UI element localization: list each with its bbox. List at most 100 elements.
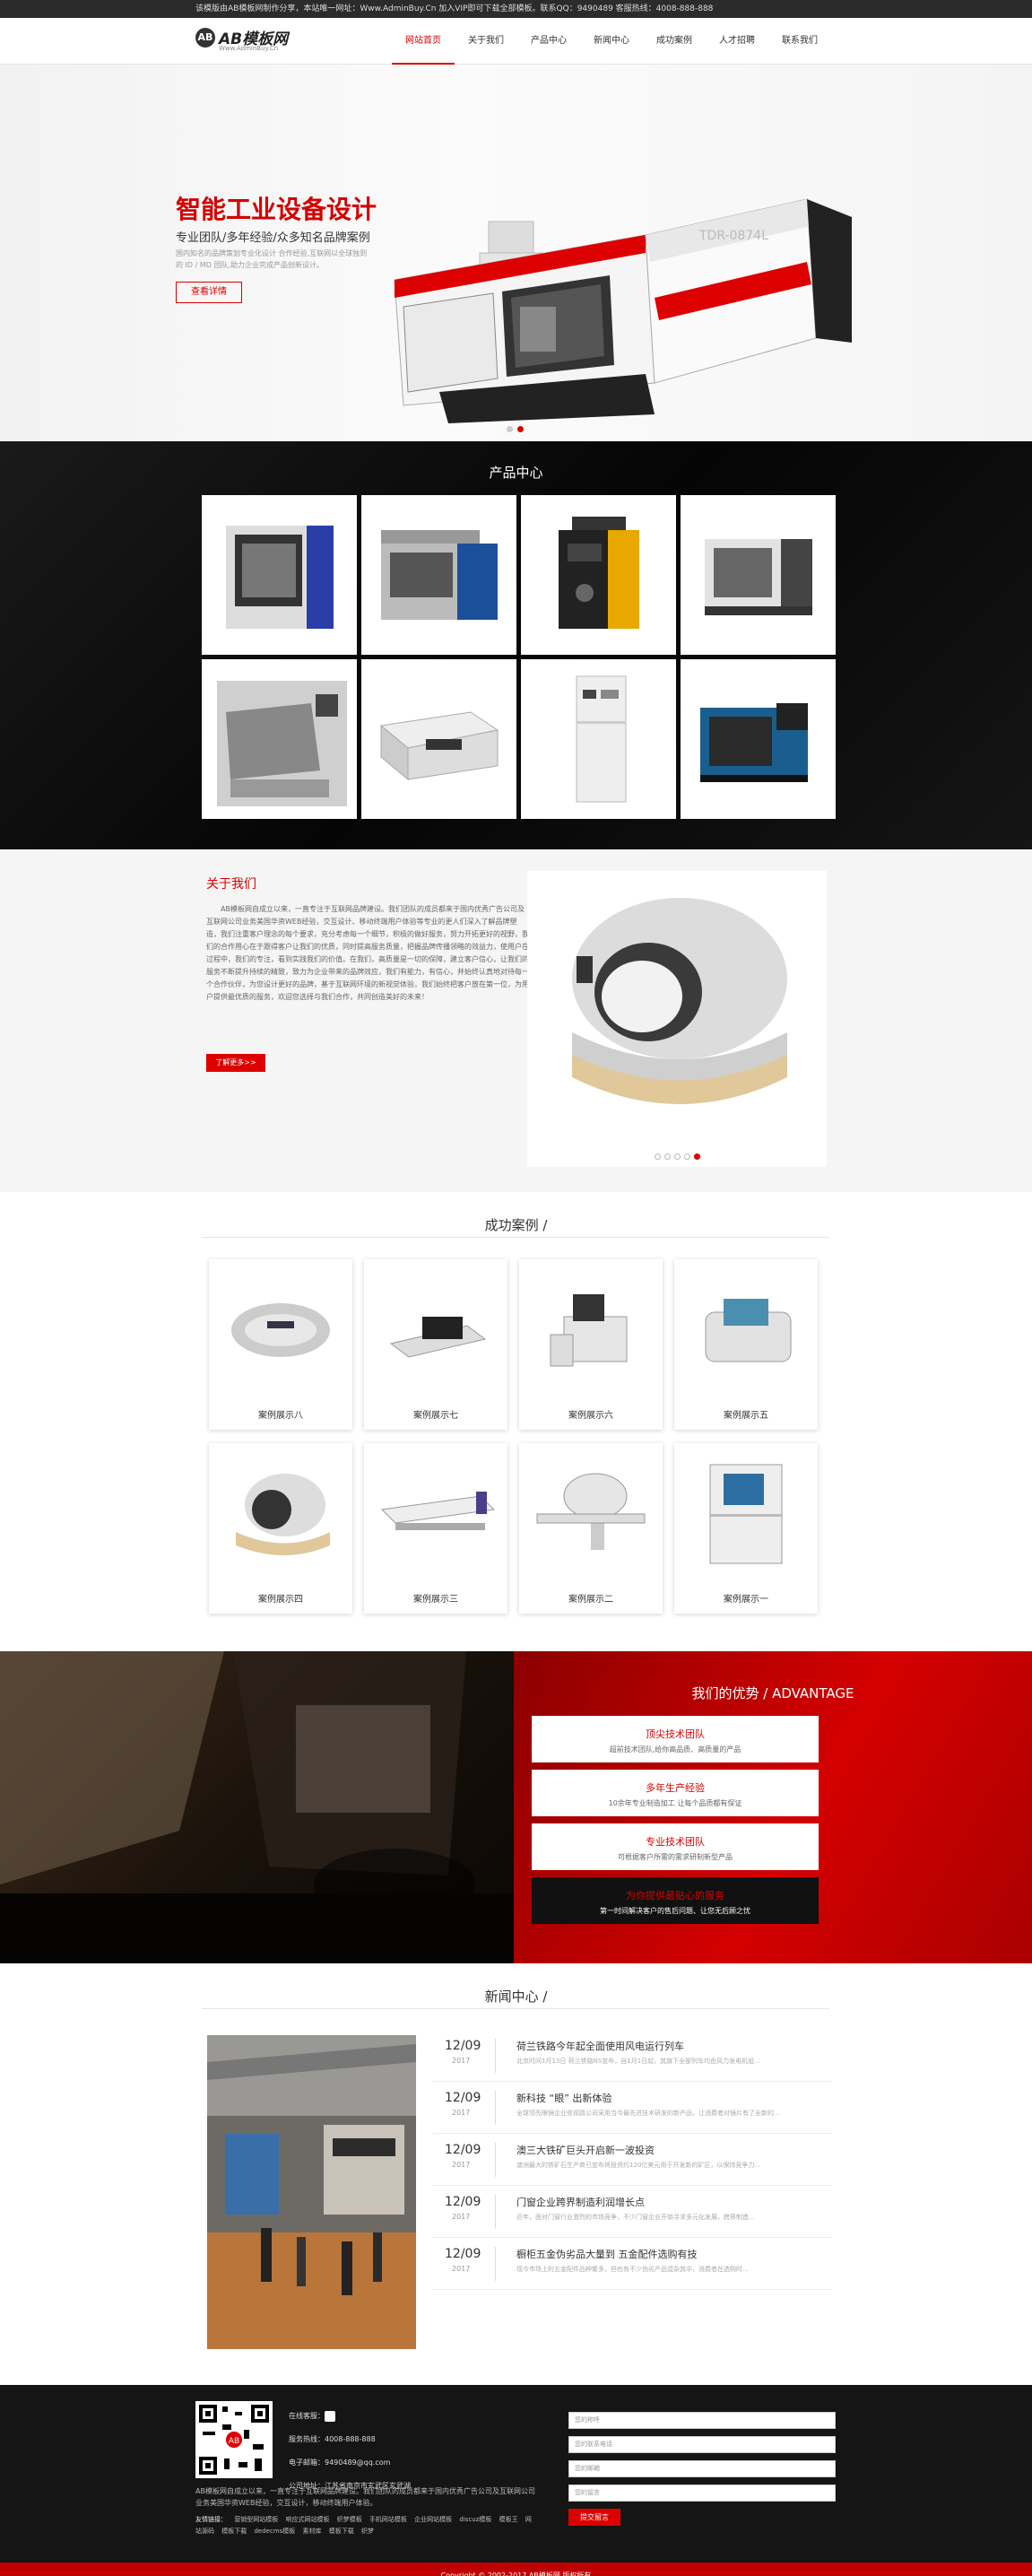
- product-card[interactable]: [521, 659, 676, 819]
- friend-link[interactable]: 企业网站模板: [414, 2516, 452, 2523]
- advantage-item-active[interactable]: 为你提供最贴心的服务 第一时间解决客户的售后问题、让您无后顾之忧: [532, 1877, 819, 1924]
- email-field[interactable]: 您的邮箱: [568, 2460, 836, 2477]
- divider: [495, 2039, 496, 2073]
- friend-link[interactable]: 响应式网站模板: [285, 2516, 329, 2523]
- news-summary: 北京时间1月13日 荷兰铁路NS宣布，自1月1日起，其旗下全部列车均由风力发电机…: [516, 2058, 760, 2065]
- divider: [202, 1237, 829, 1238]
- news-year: 2017: [452, 2213, 471, 2221]
- news-item[interactable]: 12/09 2017 新科技 “眼” 出新体验 全球领先眼镜企业依视路公司采用当…: [432, 2082, 832, 2134]
- product-card[interactable]: [681, 495, 836, 655]
- news-item[interactable]: 12/09 2017 门窗企业跨界制造利润增长点 近年，面对门窗行业激烈的市场竞…: [432, 2186, 832, 2238]
- friend-link[interactable]: 织梦: [361, 2528, 374, 2535]
- product-card[interactable]: [361, 495, 516, 655]
- news-item[interactable]: 12/09 2017 荷兰铁路今年起全面使用风电运行列车 北京时间1月13日 荷…: [432, 2030, 832, 2082]
- slider-dot[interactable]: [655, 1153, 661, 1160]
- product-image: [704, 539, 812, 615]
- slider-dot[interactable]: [664, 1153, 671, 1160]
- nav-products[interactable]: 产品中心: [517, 18, 580, 65]
- news-year: 2017: [452, 2265, 471, 2273]
- case-card[interactable]: 案例展示五: [674, 1259, 818, 1430]
- slider-dot-active[interactable]: [694, 1153, 700, 1160]
- news-item[interactable]: 12/09 2017 澳三大铁矿巨头开启新一波投资 澳洲最大的铁矿石生产商已宣布…: [432, 2134, 832, 2186]
- case-image: [231, 1303, 330, 1357]
- divider: [202, 2008, 829, 2009]
- news-headline[interactable]: 新科技 “眼” 出新体验: [516, 2091, 611, 2105]
- message-form: 您的称呼 您的联系电话 您的邮箱 您的留言 提交留言: [568, 2412, 836, 2526]
- chat-icon[interactable]: [325, 2410, 335, 2422]
- news-headline[interactable]: 荷兰铁路今年起全面使用风电运行列车: [516, 2039, 684, 2053]
- case-image: [550, 1294, 628, 1367]
- friend-link[interactable]: 手机网站模板: [369, 2516, 407, 2523]
- product-card[interactable]: [681, 659, 836, 819]
- advantage-section: 我们的优势 / ADVANTAGE 顶尖技术团队 超前技术团队,给你高品质、高质…: [0, 1651, 1032, 1963]
- friend-link[interactable]: 素材库: [303, 2528, 322, 2535]
- about-title: 关于我们: [206, 877, 256, 892]
- case-caption: 案例展示六: [568, 1411, 613, 1421]
- name-field[interactable]: 您的称呼: [568, 2412, 836, 2429]
- case-card[interactable]: 案例展示一: [674, 1443, 818, 1614]
- nav-about[interactable]: 关于我们: [455, 18, 517, 65]
- advantage-item[interactable]: 专业技术团队 可根据客户所需的需求研制新型产品: [532, 1823, 819, 1870]
- friend-link[interactable]: 模板王: [499, 2516, 518, 2523]
- nav-cases[interactable]: 成功案例: [643, 18, 706, 65]
- news-headline[interactable]: 澳三大铁矿巨头开启新一波投资: [516, 2143, 655, 2157]
- case-image: [389, 1317, 487, 1358]
- nav-news[interactable]: 新闻中心: [580, 18, 643, 65]
- news-date: 12/09: [445, 2247, 481, 2261]
- friend-link[interactable]: 织梦模板: [337, 2516, 362, 2523]
- product-card[interactable]: [521, 495, 676, 655]
- divider: [495, 2195, 496, 2229]
- advantage-item[interactable]: 多年生产经验 10余年专业制造加工 让每个品质都有保证: [532, 1770, 819, 1816]
- friend-link[interactable]: discuz模板: [459, 2516, 491, 2523]
- case-card[interactable]: 案例展示八: [209, 1259, 352, 1430]
- news-feature-image[interactable]: [207, 2035, 416, 2349]
- case-image: [380, 1492, 496, 1530]
- slider-dot-active[interactable]: [517, 426, 524, 432]
- advantage-title: 我们的优势 / ADVANTAGE: [691, 1685, 854, 1701]
- hero-details-button[interactable]: 查看详情: [176, 282, 242, 303]
- case-card[interactable]: 案例展示三: [364, 1443, 507, 1614]
- advantage-item[interactable]: 顶尖技术团队 超前技术团队,给你高品质、高质量的产品: [532, 1716, 819, 1762]
- news-item[interactable]: 12/09 2017 橱柜五金伪劣品大量到 五金配件选购有技 现今市场上的五金配…: [432, 2238, 832, 2290]
- logo-url: Www.AdminBuy.Cn: [219, 45, 279, 52]
- case-card[interactable]: 案例展示四: [209, 1443, 352, 1614]
- service-phone: 服务热线：4008-888-888: [289, 2435, 376, 2443]
- advantage-item-sub: 第一时间解决客户的售后问题、让您无后顾之忧: [600, 1907, 750, 1915]
- about-more-button[interactable]: 了解更多>>: [206, 1054, 265, 1072]
- phone-field[interactable]: 您的联系电话: [568, 2436, 836, 2453]
- about-image: [527, 871, 827, 1167]
- case-image: [236, 1474, 330, 1555]
- message-field[interactable]: 您的留言: [568, 2485, 836, 2502]
- advantage-panel: 我们的优势 / ADVANTAGE 顶尖技术团队 超前技术团队,给你高品质、高质…: [514, 1651, 1032, 1963]
- product-card[interactable]: [202, 495, 357, 655]
- product-card[interactable]: [361, 659, 516, 819]
- friend-link[interactable]: 模板下载: [329, 2528, 354, 2535]
- contact-info: 在线客服： 服务热线：4008-888-888 电子邮箱：9490489@qq.…: [289, 2405, 411, 2498]
- case-image: [705, 1299, 792, 1362]
- product-image: [558, 517, 639, 629]
- news-headline[interactable]: 橱柜五金伪劣品大量到 五金配件选购有技: [516, 2247, 698, 2261]
- nav-home[interactable]: 网站首页: [392, 18, 455, 65]
- hero-subtitle: 专业团队/多年经验/众多知名品牌案例: [176, 231, 370, 245]
- case-caption: 案例展示二: [568, 1595, 613, 1605]
- friend-link[interactable]: 模板下载: [221, 2528, 247, 2535]
- slider-dot[interactable]: [507, 426, 513, 432]
- nav-contact[interactable]: 联系我们: [768, 18, 831, 65]
- submit-message-button[interactable]: 提交留言: [568, 2509, 620, 2526]
- slider-dot[interactable]: [674, 1153, 681, 1160]
- about-text: AB模板网自成立以来，一直专注于互联网品牌建设。我们团队的成员都来于国内优秀广告…: [206, 905, 529, 1001]
- case-card[interactable]: 案例展示六: [519, 1259, 663, 1430]
- case-caption: 案例展示五: [724, 1411, 768, 1421]
- friend-link[interactable]: dedecms模板: [254, 2528, 295, 2535]
- case-card[interactable]: 案例展示二: [519, 1443, 663, 1614]
- case-caption: 案例展示四: [258, 1595, 303, 1605]
- case-caption: 案例展示三: [413, 1595, 458, 1605]
- product-card[interactable]: [202, 659, 357, 819]
- friend-link[interactable]: 营销型网站模板: [234, 2516, 278, 2523]
- case-card[interactable]: 案例展示七: [364, 1259, 507, 1430]
- logo-icon: AB: [195, 28, 215, 48]
- products-section: 产品中心: [0, 441, 1032, 849]
- slider-dot[interactable]: [684, 1153, 690, 1160]
- news-headline[interactable]: 门窗企业跨界制造利润增长点: [516, 2195, 645, 2209]
- nav-jobs[interactable]: 人才招聘: [706, 18, 768, 65]
